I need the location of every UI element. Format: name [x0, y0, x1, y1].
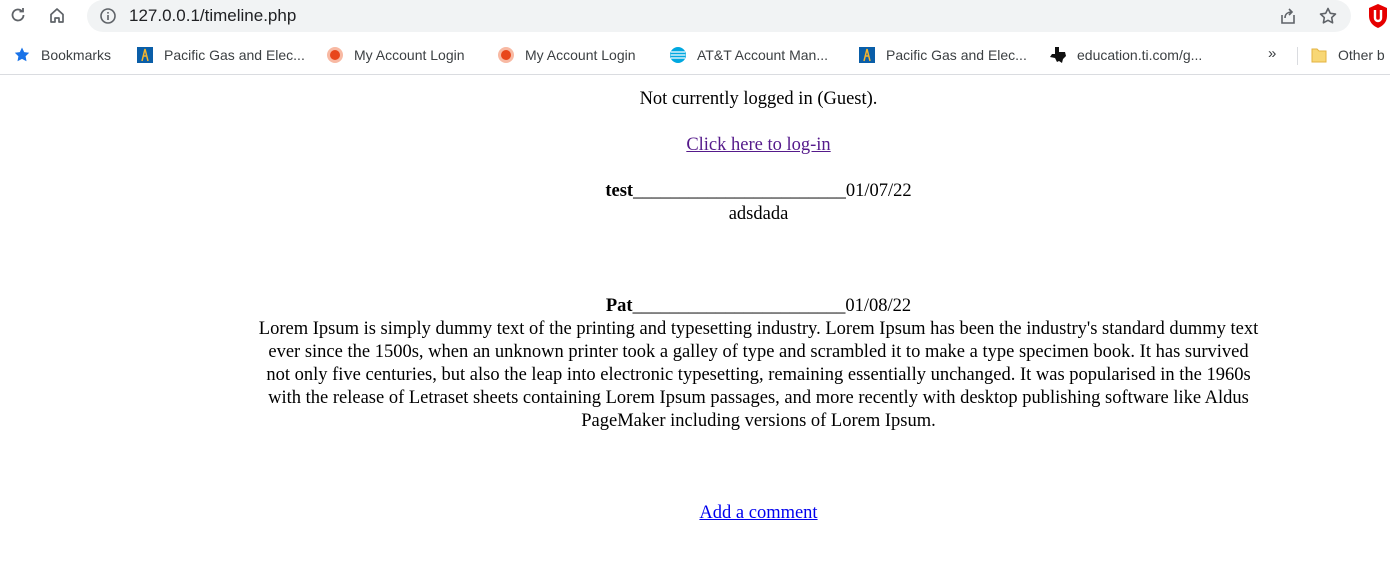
bookmark-item[interactable]: AT&T Account Man... — [669, 44, 828, 66]
share-icon[interactable] — [1277, 5, 1299, 27]
bookmark-star-icon[interactable] — [1316, 4, 1340, 28]
bookmark-label: Pacific Gas and Elec... — [886, 47, 1027, 63]
post-separator: _______________________ — [633, 181, 846, 201]
timeline-page: Not currently logged in (Guest). Click h… — [0, 76, 1390, 582]
other-bookmarks-folder[interactable]: Other b — [1310, 44, 1385, 66]
bookmark-label: My Account Login — [354, 47, 465, 63]
post-author: Pat — [605, 296, 633, 316]
folder-icon — [1310, 46, 1328, 64]
home-icon — [48, 6, 66, 29]
star-icon — [13, 46, 31, 64]
browser-toolbar: 127.0.0.1/timeline.php — [0, 0, 1390, 34]
other-bookmarks-label: Other b — [1338, 47, 1385, 63]
bookmark-item[interactable]: Pacific Gas and Elec... — [136, 44, 305, 66]
bookmark-item[interactable]: Bookmarks — [13, 44, 111, 66]
pge-icon — [136, 46, 154, 64]
address-bar[interactable]: 127.0.0.1/timeline.php — [87, 0, 1351, 32]
bookmark-item[interactable]: Pacific Gas and Elec... — [858, 44, 1027, 66]
post-body: adsdada — [728, 204, 789, 224]
bookmark-label: education.ti.com/g... — [1077, 47, 1203, 63]
add-comment-line: Add a comment — [0, 502, 1390, 525]
login-link[interactable]: Click here to log-in — [686, 135, 830, 155]
post-date: 01/07/22 — [845, 181, 912, 201]
bookmarks-divider — [1297, 47, 1298, 65]
login-link-line: Click here to log-in — [0, 134, 1390, 157]
pge-icon — [858, 46, 876, 64]
reload-icon — [9, 6, 27, 29]
post-header: Pat_______________________01/08/22 — [0, 295, 1390, 318]
post-header: test_______________________01/07/22 — [0, 180, 1390, 203]
add-comment-link[interactable]: Add a comment — [699, 503, 817, 523]
bookmark-item[interactable]: education.ti.com/g... — [1049, 44, 1202, 66]
post-author: test — [605, 181, 634, 201]
bookmark-label: Pacific Gas and Elec... — [164, 47, 305, 63]
bookmarks-bar: Bookmarks Pacific Gas and Elec... My Acc… — [0, 35, 1390, 75]
home-button[interactable] — [43, 3, 71, 31]
bookmark-label: My Account Login — [525, 47, 636, 63]
more-bookmarks-button[interactable]: » — [1268, 45, 1276, 62]
att-globe-icon — [669, 46, 687, 64]
login-status: Not currently logged in (Guest). — [639, 89, 878, 109]
extension-icon[interactable] — [1367, 3, 1389, 29]
bookmark-item[interactable]: My Account Login — [326, 44, 465, 66]
url-text[interactable]: 127.0.0.1/timeline.php — [129, 6, 296, 26]
post-separator: _______________________ — [632, 296, 846, 316]
bookmark-label: Bookmarks — [41, 47, 112, 63]
site-info-icon[interactable] — [99, 7, 117, 25]
ti-texas-icon — [1049, 46, 1067, 64]
bookmark-item[interactable]: My Account Login — [497, 44, 636, 66]
orange-circle-icon — [326, 46, 344, 64]
post-date: 01/08/22 — [845, 296, 912, 316]
post-body: Lorem Ipsum is simply dummy text of the … — [258, 319, 1259, 431]
bookmark-label: AT&T Account Man... — [697, 47, 828, 63]
reload-button[interactable] — [4, 3, 32, 31]
orange-circle-icon — [497, 46, 515, 64]
